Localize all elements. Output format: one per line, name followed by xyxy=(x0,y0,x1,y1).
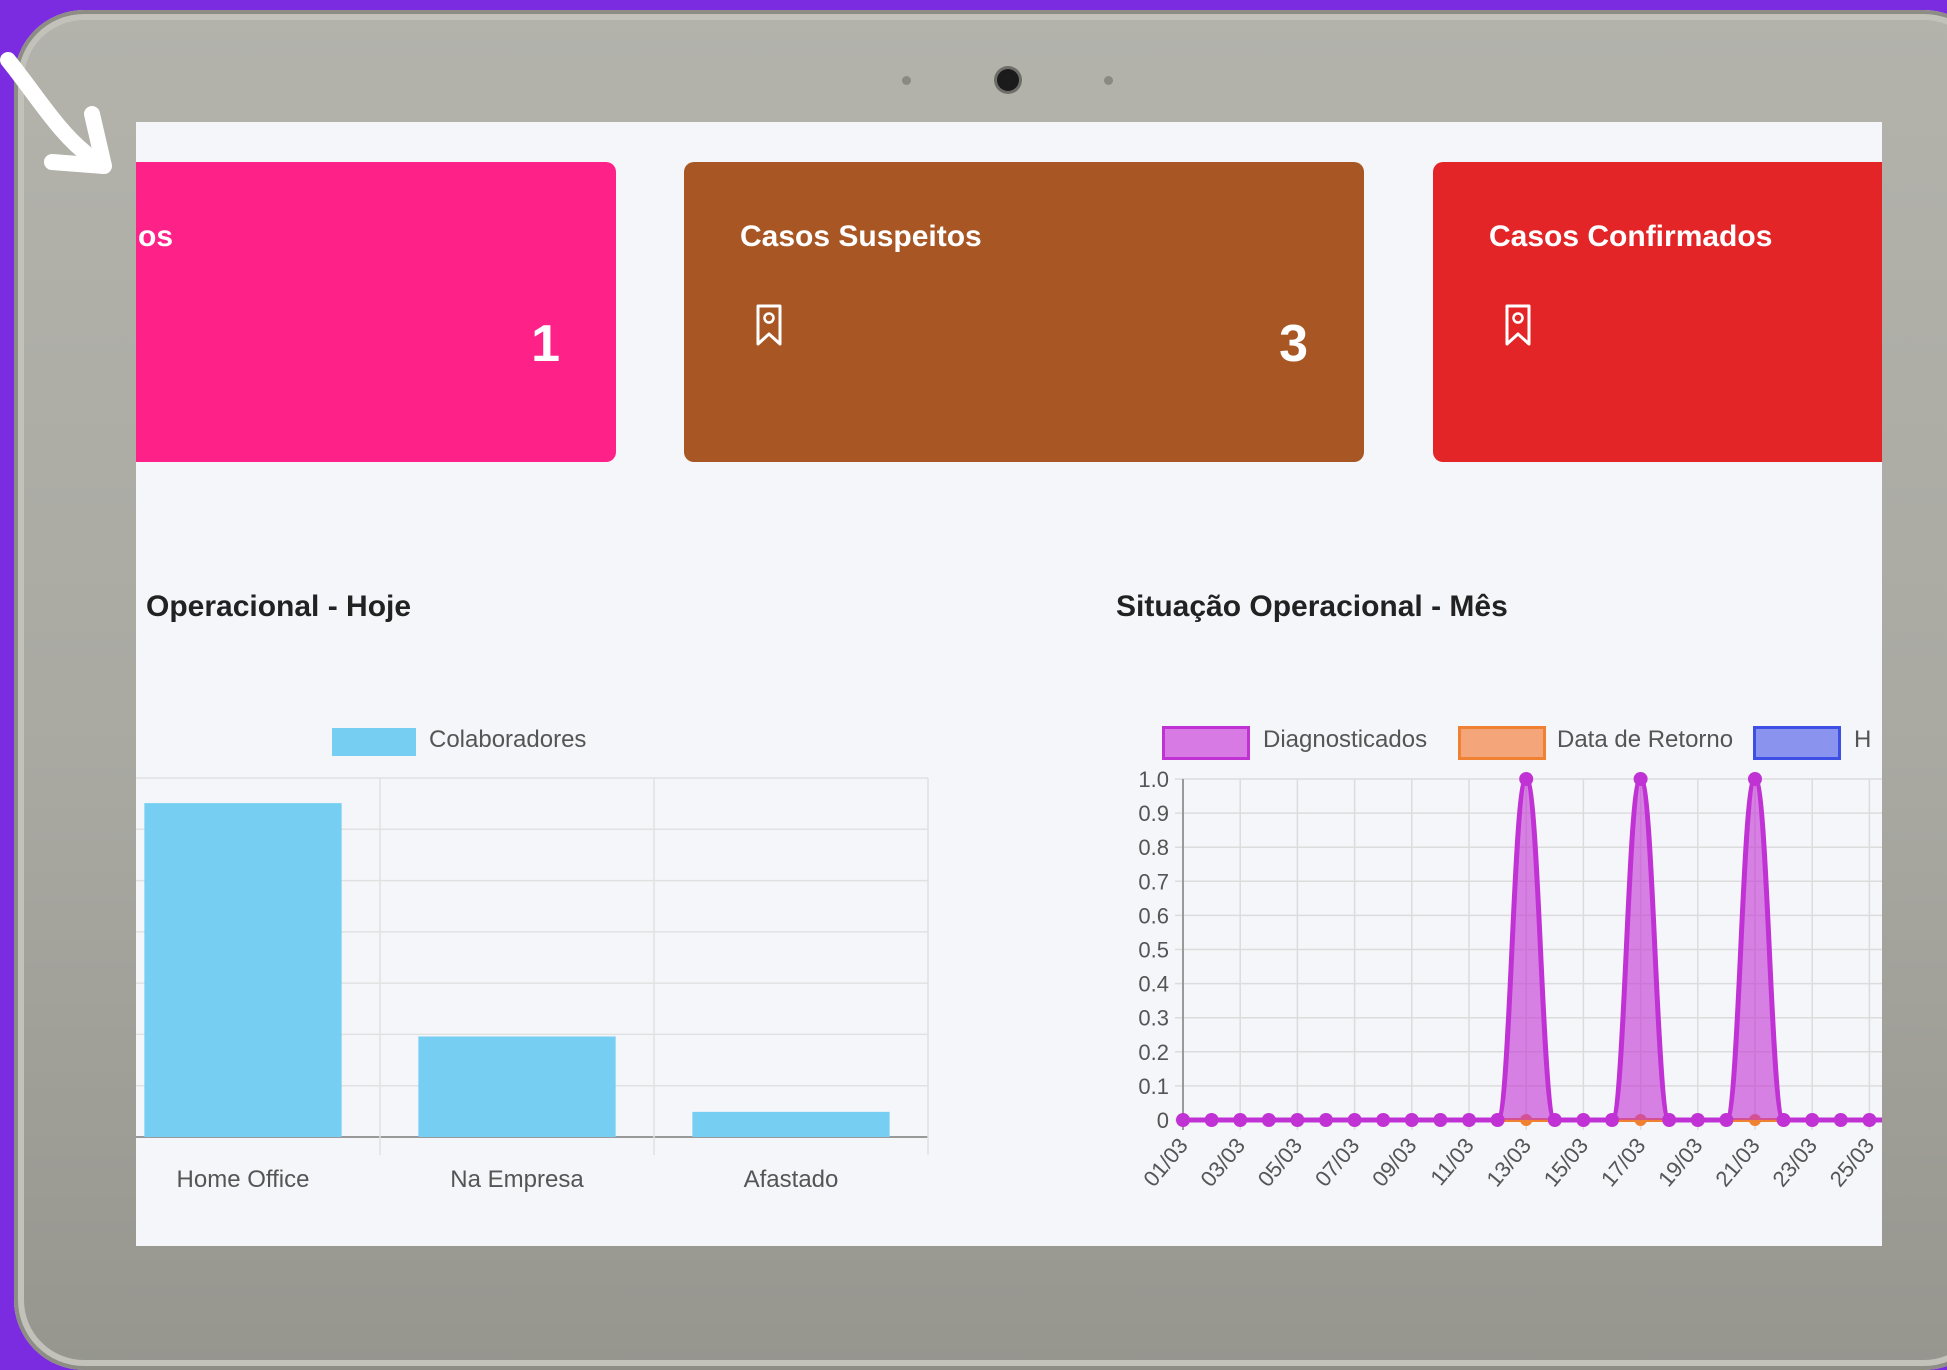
y-tick-label: 0.9 xyxy=(1138,801,1169,826)
x-tick-label: 11/03 xyxy=(1425,1133,1478,1190)
bar-afastado xyxy=(692,1111,890,1137)
camera-icon xyxy=(997,69,1019,91)
x-tick-label: 13/03 xyxy=(1481,1133,1536,1191)
point-diagnosticados xyxy=(1347,1113,1362,1127)
y-tick-label: 0 xyxy=(1157,1108,1169,1133)
x-tick-label: 01/03 xyxy=(1138,1133,1193,1191)
point-diagnosticados xyxy=(1490,1113,1505,1127)
y-tick-label: 1.0 xyxy=(1138,767,1169,792)
x-tick-label: 23/03 xyxy=(1767,1133,1822,1191)
x-tick-label: 07/03 xyxy=(1310,1133,1365,1191)
x-tick-label: Home Office xyxy=(177,1166,310,1193)
point-diagnosticados xyxy=(1547,1113,1562,1127)
point-diagnosticados xyxy=(1261,1113,1276,1127)
bar-na-empresa xyxy=(418,1036,616,1137)
point-diagnosticados xyxy=(1576,1113,1591,1127)
point-diagnosticados xyxy=(1776,1113,1791,1127)
point-diagnosticados xyxy=(1204,1113,1219,1127)
point-diagnosticados xyxy=(1719,1113,1734,1127)
charts-canvas: Home Office Na Empresa Afastado 1.0 0.9 0.8 0.… xyxy=(136,767,1882,1193)
sensor-dot xyxy=(902,76,911,85)
bar-home-office xyxy=(144,803,342,1137)
point-diagnosticados xyxy=(1433,1113,1448,1127)
y-tick-label: 0.6 xyxy=(1138,903,1169,928)
x-tick-label: 17/03 xyxy=(1596,1133,1651,1191)
point-diagnosticados xyxy=(1462,1113,1476,1127)
point-diagnosticados xyxy=(1290,1113,1305,1127)
y-tick-label: 0.3 xyxy=(1138,1006,1169,1031)
y-tick-label: 0.5 xyxy=(1138,938,1169,963)
arrow-icon xyxy=(0,52,112,174)
x-tick-label: 05/03 xyxy=(1253,1133,1308,1191)
y-tick-label: 0.8 xyxy=(1138,835,1169,860)
x-tick-label: 09/03 xyxy=(1367,1133,1422,1191)
point-diagnosticados xyxy=(1176,1113,1190,1127)
point-diagnosticados xyxy=(1605,1113,1619,1127)
point-diagnosticados xyxy=(1662,1113,1677,1127)
point-diagnosticados xyxy=(1805,1113,1820,1127)
y-tick-label: 0.7 xyxy=(1138,869,1169,894)
x-tick-label: 03/03 xyxy=(1195,1133,1250,1191)
point-diagnosticados xyxy=(1319,1113,1333,1127)
point-diagnosticados xyxy=(1862,1113,1877,1127)
point-diagnosticados xyxy=(1633,772,1648,786)
x-tick-label: 21/03 xyxy=(1710,1133,1765,1191)
x-tick-label: 25/03 xyxy=(1825,1133,1880,1191)
y-tick-label: 0.2 xyxy=(1138,1040,1169,1065)
y-tick-label: 0.1 xyxy=(1138,1074,1169,1099)
x-tick-label: 15/03 xyxy=(1539,1133,1594,1191)
tablet-frame: os 1 Casos Suspeitos 3 Casos Confirmados… xyxy=(14,10,1947,1370)
dashboard-screen: os 1 Casos Suspeitos 3 Casos Confirmados… xyxy=(136,122,1882,1246)
point-diagnosticados xyxy=(1233,1113,1248,1127)
point-diagnosticados xyxy=(1748,772,1762,786)
point-diagnosticados xyxy=(1404,1113,1419,1127)
x-tick-label: Na Empresa xyxy=(450,1166,584,1193)
point-diagnosticados xyxy=(1690,1113,1705,1127)
point-diagnosticados xyxy=(1519,772,1534,786)
sensor-dot xyxy=(1104,76,1113,85)
point-diagnosticados xyxy=(1833,1113,1848,1127)
x-tick-label: 19/03 xyxy=(1653,1133,1708,1191)
point-diagnosticados xyxy=(1376,1113,1391,1127)
x-tick-label: Afastado xyxy=(744,1166,839,1193)
y-tick-label: 0.4 xyxy=(1138,972,1169,997)
